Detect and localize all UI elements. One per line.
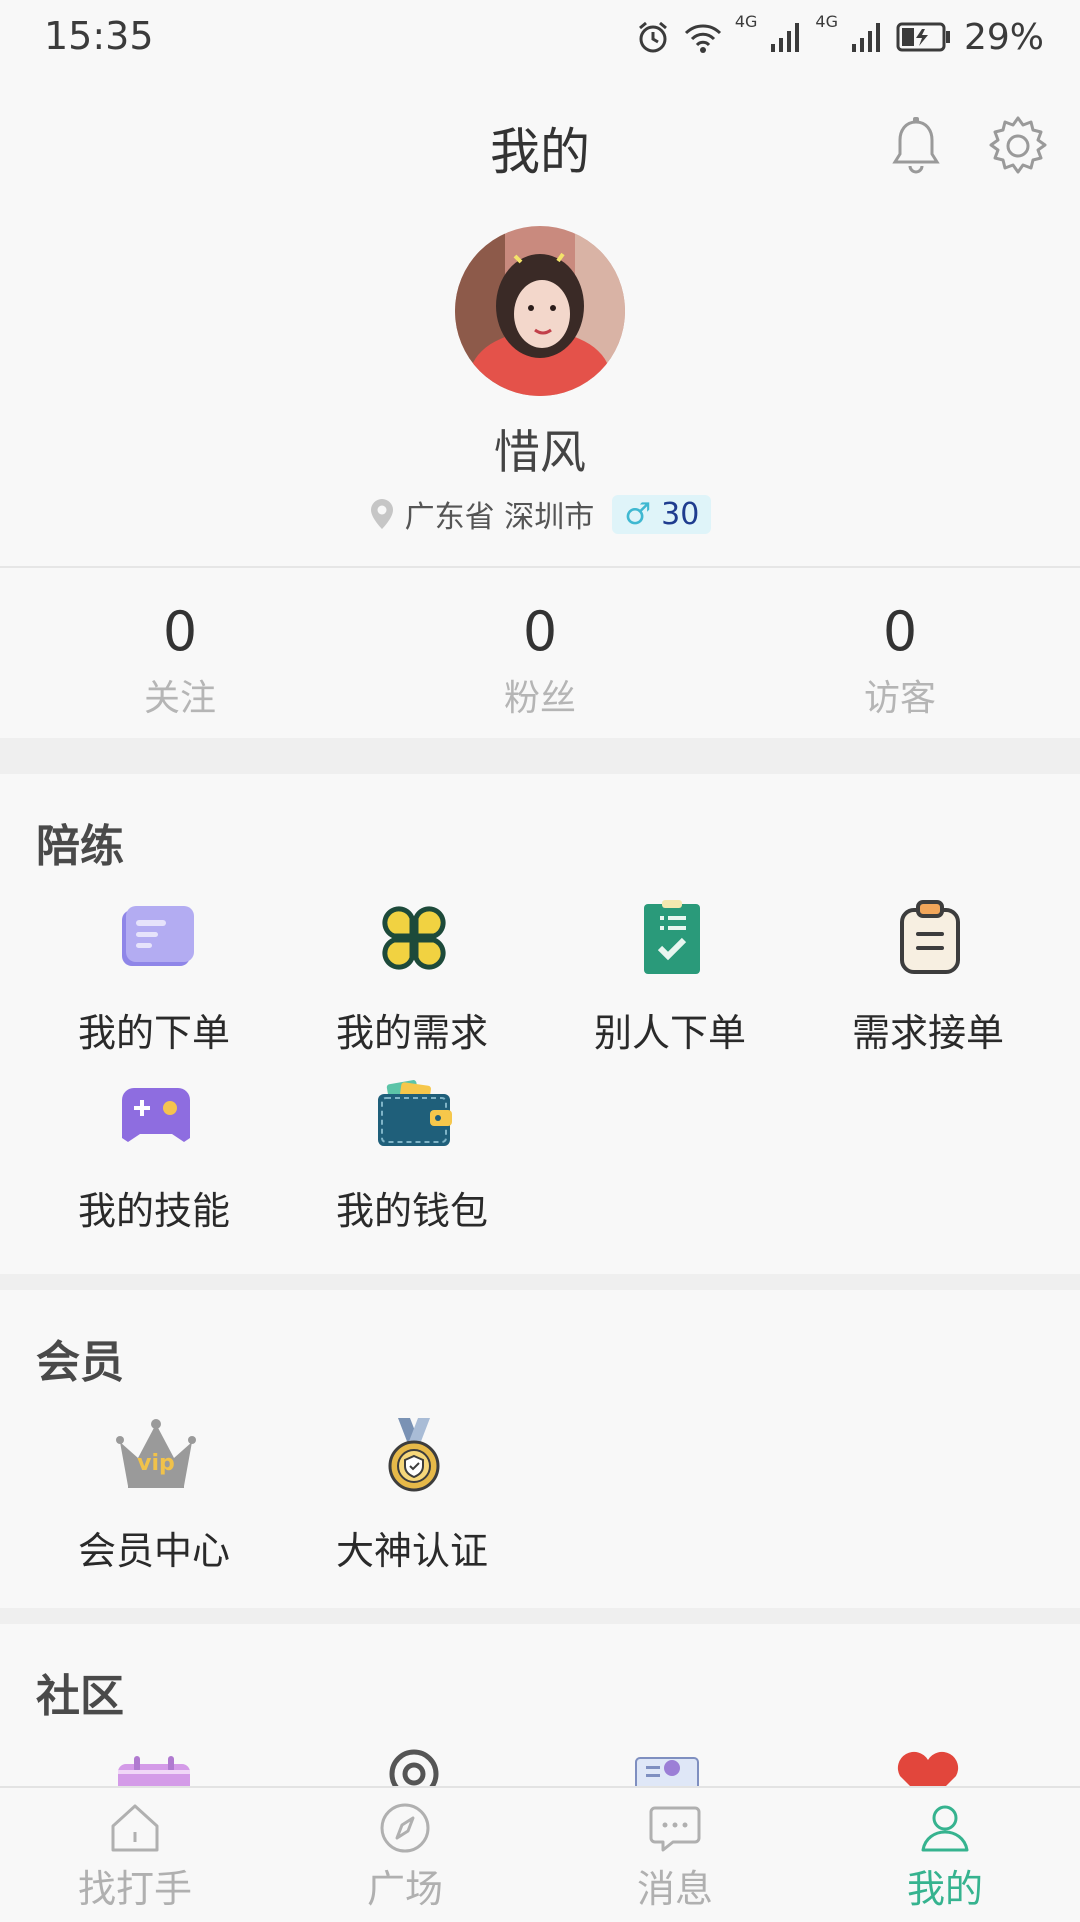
target-icon[interactable] — [386, 1746, 442, 1786]
grid-item-label: 大神认证 — [335, 1529, 488, 1573]
tab-label: 消息 — [636, 1867, 713, 1911]
tab-label: 广场 — [366, 1867, 443, 1911]
stat-label: 粉丝 — [503, 678, 576, 719]
status-bar: 15:35 4G 4G 29% — [0, 0, 1080, 76]
stat-value: 0 — [522, 600, 558, 663]
clover-icon — [382, 906, 446, 970]
grid-item-my-wallet[interactable]: 我的钱包 — [282, 1076, 542, 1236]
section-gap — [0, 1608, 1080, 1624]
stat-fans[interactable]: 0 粉丝 — [360, 568, 720, 738]
male-icon: ♂ — [624, 496, 652, 532]
user-icon — [921, 1805, 969, 1852]
network-type-2: 4G — [815, 12, 838, 31]
nickname: 惜风 — [494, 425, 586, 479]
grid-item-label: 会员中心 — [77, 1529, 230, 1573]
grid-item-label: 我的下单 — [77, 1011, 230, 1055]
order-card-icon — [122, 906, 194, 966]
tab-square[interactable]: 广场 — [270, 1788, 540, 1922]
heart-icon[interactable] — [892, 1748, 964, 1786]
network-type-1: 4G — [734, 12, 758, 31]
grid-item-label: 别人下单 — [593, 1011, 746, 1055]
wifi-icon — [684, 24, 721, 53]
settings-gear-icon[interactable] — [986, 114, 1050, 178]
stat-label: 访客 — [863, 678, 936, 719]
medal-icon — [388, 1418, 440, 1492]
home-icon — [111, 1804, 159, 1852]
gender-age-badge: ♂ 30 — [612, 494, 712, 534]
grid-item-label: 我的需求 — [335, 1011, 488, 1055]
stat-following[interactable]: 0 关注 — [0, 568, 360, 738]
tab-mine[interactable]: 我的 — [810, 1788, 1080, 1922]
profile-header: 惜风 广东省 深圳市 ♂ 30 — [0, 216, 1080, 566]
clipboard-icon — [900, 900, 960, 974]
section-member: 会员 vip 会员中心 大神认证 — [0, 1290, 1080, 1608]
grid-item-label: 需求接单 — [851, 1011, 1004, 1055]
tab-label: 我的 — [906, 1867, 983, 1911]
gamepad-icon — [122, 1088, 190, 1142]
section-gap — [0, 1274, 1080, 1290]
grid-item-my-skills[interactable]: 我的技能 — [24, 1076, 284, 1236]
wallet-icon — [378, 1080, 452, 1146]
section-gap — [0, 738, 1080, 774]
tab-label: 找打手 — [77, 1867, 192, 1911]
nav-bar: 我的 — [0, 76, 1080, 216]
location-text: 广东省 深圳市 — [404, 500, 595, 535]
section-companion: 陪练 我的下单 我的需求 别人下单 需求接单 我的技能 我的钱包 — [0, 774, 1080, 1274]
section-community: 社区 — [0, 1624, 1080, 1786]
letter-icon[interactable] — [632, 1748, 702, 1786]
section-title: 陪练 — [36, 821, 124, 872]
stat-visitors[interactable]: 0 访客 — [720, 568, 1080, 738]
tab-messages[interactable]: 消息 — [540, 1788, 810, 1922]
tab-find-player[interactable]: 找打手 — [0, 1788, 270, 1922]
vip-crown-icon: vip — [116, 1419, 196, 1488]
location-pin-icon — [370, 499, 393, 529]
message-icon — [649, 1806, 701, 1852]
status-time: 15:35 — [44, 14, 154, 58]
checklist-icon — [644, 900, 700, 974]
grid-item-label: 我的钱包 — [335, 1189, 488, 1233]
status-icons: 4G 4G 29% — [635, 12, 1044, 62]
avatar[interactable] — [455, 226, 625, 396]
grid-item-master-verify[interactable]: 大神认证 — [282, 1416, 542, 1576]
svg-text:vip: vip — [137, 1451, 175, 1476]
stat-value: 0 — [162, 600, 198, 663]
section-title: 会员 — [36, 1337, 124, 1388]
signal-icon-2 — [851, 23, 880, 52]
stats-row: 0 关注 0 粉丝 0 访客 — [0, 568, 1080, 738]
grid-item-others-orders[interactable]: 别人下单 — [540, 898, 800, 1058]
age-text: 30 — [661, 496, 700, 532]
signal-icon — [771, 23, 800, 52]
bottom-tab-bar: 找打手 广场 消息 我的 — [0, 1786, 1080, 1922]
grid-item-my-needs[interactable]: 我的需求 — [282, 898, 542, 1058]
battery-percent: 29% — [963, 16, 1044, 58]
grid-item-label: 我的技能 — [77, 1189, 230, 1233]
bell-icon[interactable] — [888, 116, 944, 176]
grid-item-my-orders[interactable]: 我的下单 — [24, 898, 284, 1058]
battery-icon — [896, 22, 950, 52]
stat-label: 关注 — [143, 678, 216, 719]
stat-value: 0 — [882, 600, 918, 663]
profile-meta: 广东省 深圳市 ♂ 30 — [0, 492, 1080, 536]
section-title: 社区 — [36, 1671, 124, 1722]
alarm-icon — [638, 21, 667, 53]
grid-item-take-needs[interactable]: 需求接单 — [798, 898, 1058, 1058]
calendar-icon[interactable] — [116, 1752, 192, 1786]
compass-icon — [380, 1803, 430, 1853]
grid-item-vip-center[interactable]: vip 会员中心 — [24, 1416, 284, 1576]
